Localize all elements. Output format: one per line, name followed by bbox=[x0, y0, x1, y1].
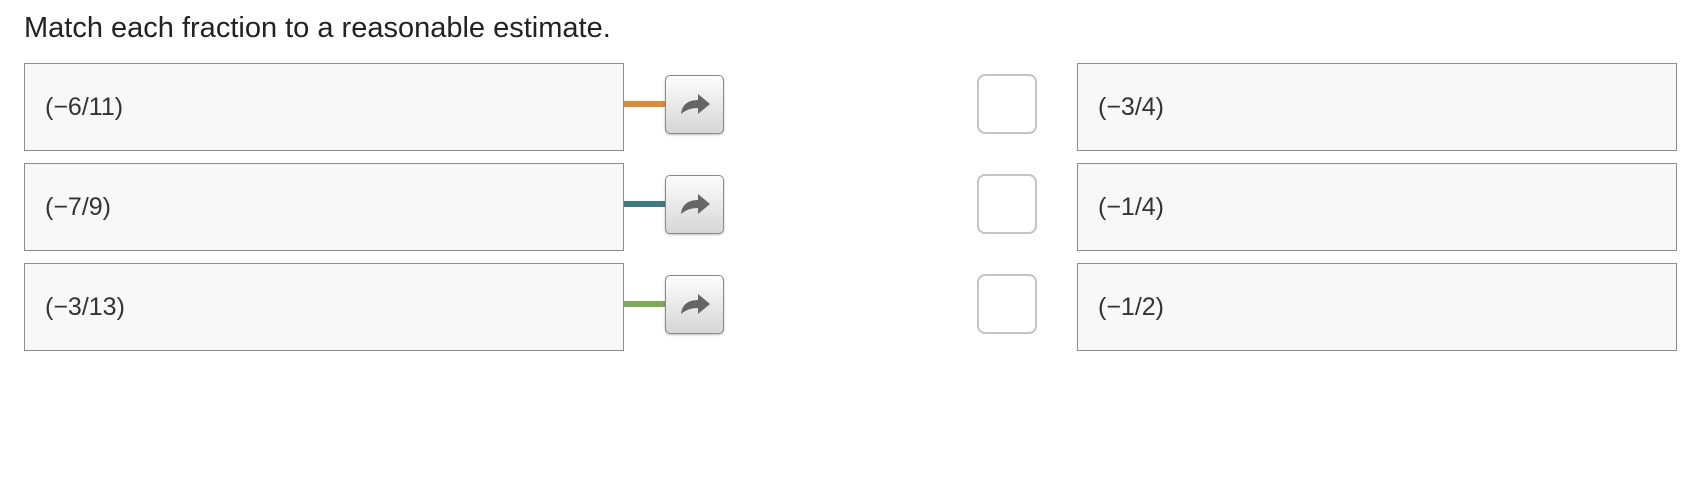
target-drop-box-1[interactable] bbox=[977, 74, 1037, 134]
curved-arrow-right-icon bbox=[681, 94, 710, 114]
left-item-label: (−7/9) bbox=[45, 193, 112, 221]
right-item-label: (−1/4) bbox=[1098, 193, 1165, 221]
curved-arrow-right-icon bbox=[681, 294, 710, 314]
left-item-2[interactable]: (−7/9) bbox=[24, 163, 624, 251]
connector-line-2 bbox=[624, 201, 666, 207]
connector-line-3 bbox=[624, 301, 666, 307]
connector-line-1 bbox=[624, 101, 666, 107]
right-item-2: (−1/4) bbox=[1077, 163, 1677, 251]
left-item-label: (−3/13) bbox=[45, 293, 125, 321]
right-item-1: (−3/4) bbox=[1077, 63, 1677, 151]
move-button-3[interactable] bbox=[665, 275, 724, 334]
move-button-2[interactable] bbox=[665, 175, 724, 234]
left-item-3[interactable]: (−3/13) bbox=[24, 263, 624, 351]
left-item-label: (−6/11) bbox=[45, 93, 124, 121]
question-prompt: Match each fraction to a reasonable esti… bbox=[24, 12, 611, 44]
right-item-3: (−1/2) bbox=[1077, 263, 1677, 351]
right-item-label: (−1/2) bbox=[1098, 293, 1165, 321]
curved-arrow-right-icon bbox=[681, 194, 710, 214]
move-button-1[interactable] bbox=[665, 75, 724, 134]
right-item-label: (−3/4) bbox=[1098, 93, 1165, 121]
target-drop-box-3[interactable] bbox=[977, 274, 1037, 334]
target-drop-box-2[interactable] bbox=[977, 174, 1037, 234]
left-item-1[interactable]: (−6/11) bbox=[24, 63, 624, 151]
